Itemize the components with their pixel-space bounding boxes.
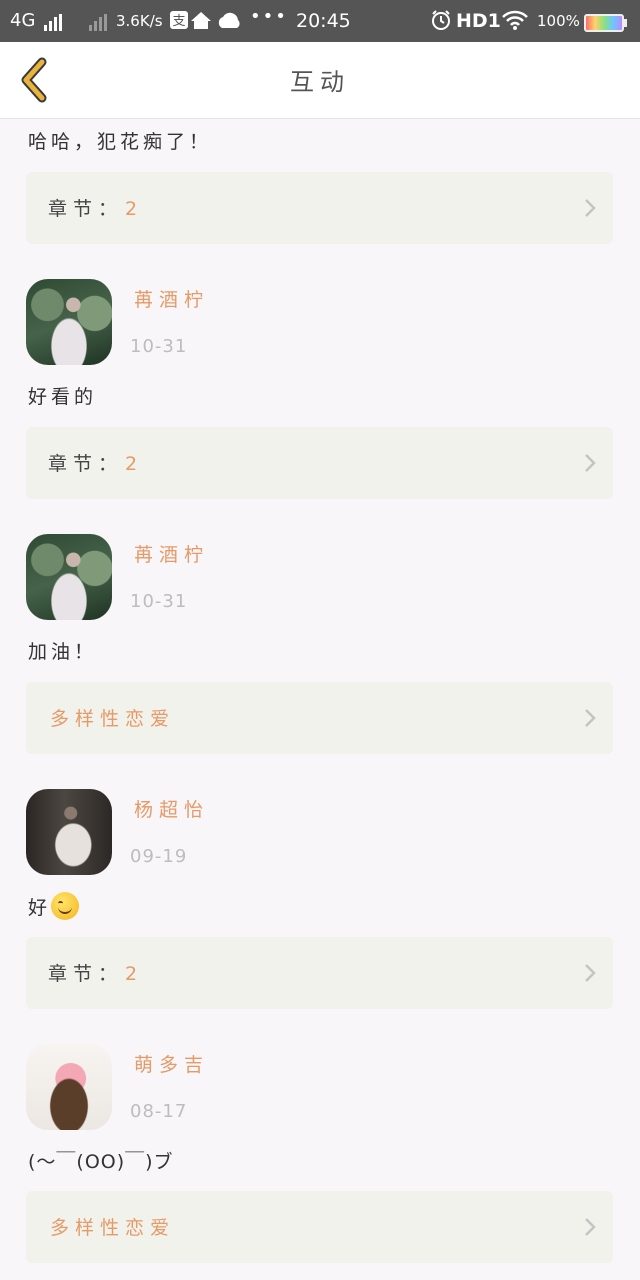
- comment-date: 08-17: [130, 1101, 188, 1122]
- chapter-label: 章节：: [48, 963, 124, 985]
- comment-date: 10-31: [130, 591, 188, 612]
- chapter-ref-card[interactable]: 章节： 2: [26, 172, 613, 244]
- smiling-face-emoji: [51, 892, 80, 920]
- battery-percent: 100%: [537, 12, 580, 30]
- app-header: 互动: [0, 42, 640, 119]
- username[interactable]: 杨超怡: [134, 795, 209, 822]
- chapter-number: 2: [125, 963, 138, 985]
- clock: 20:45: [296, 10, 351, 32]
- signal-secondary-icon: [86, 10, 109, 31]
- comment-date: 10-31: [130, 336, 188, 357]
- network-speed: 3.6K/s: [116, 12, 163, 30]
- chapter-number: 2: [125, 198, 138, 220]
- comment-date: 09-19: [130, 846, 188, 867]
- comment-text: 加油！: [28, 641, 98, 663]
- svg-text:支: 支: [172, 14, 185, 29]
- username[interactable]: 苒酒柠: [134, 540, 209, 567]
- chevron-right-icon: [585, 199, 596, 217]
- page-title: 互动: [290, 68, 350, 96]
- comment-text: 好: [28, 892, 80, 920]
- chevron-right-icon: [585, 964, 596, 982]
- avatar[interactable]: [26, 534, 112, 620]
- battery-icon: [584, 12, 627, 33]
- chapter-label: 章节：: [48, 198, 124, 220]
- chapter-ref-card[interactable]: 章节： 2: [26, 427, 613, 499]
- username[interactable]: 苒酒柠: [134, 285, 209, 312]
- hd-indicator: HD1: [456, 10, 501, 32]
- book-title: 多样性恋爱: [50, 1217, 176, 1239]
- avatar[interactable]: [26, 1044, 112, 1130]
- chapter-label: 章节：: [48, 453, 124, 475]
- network-indicator: 4G: [10, 10, 64, 31]
- status-bar: 4G 3.6K/s 支 ••• 20:45 HD1 100%: [0, 0, 640, 42]
- avatar[interactable]: [26, 789, 112, 875]
- comment-text: (～￣(OO)￣)ブ: [28, 1151, 174, 1173]
- chevron-right-icon: [585, 709, 596, 727]
- chevron-right-icon: [585, 1218, 596, 1236]
- username[interactable]: 萌多吉: [134, 1050, 209, 1077]
- chapter-number: 2: [125, 453, 138, 475]
- book-ref-card[interactable]: 多样性恋爱: [26, 682, 613, 754]
- chapter-ref-card[interactable]: 章节： 2: [26, 937, 613, 1009]
- comment-text: 好看的: [28, 386, 98, 408]
- alarm-icon: [430, 9, 452, 36]
- signal-icon: [44, 10, 64, 31]
- book-ref-card[interactable]: 多样性恋爱: [26, 1191, 613, 1263]
- avatar[interactable]: [26, 279, 112, 365]
- more-icon: •••: [250, 6, 288, 27]
- app-notification-icons: 支: [170, 8, 250, 37]
- book-title: 多样性恋爱: [50, 708, 176, 730]
- wifi-icon: [502, 9, 528, 36]
- chevron-right-icon: [585, 454, 596, 472]
- comment-text: 哈哈，犯花痴了！: [28, 131, 213, 153]
